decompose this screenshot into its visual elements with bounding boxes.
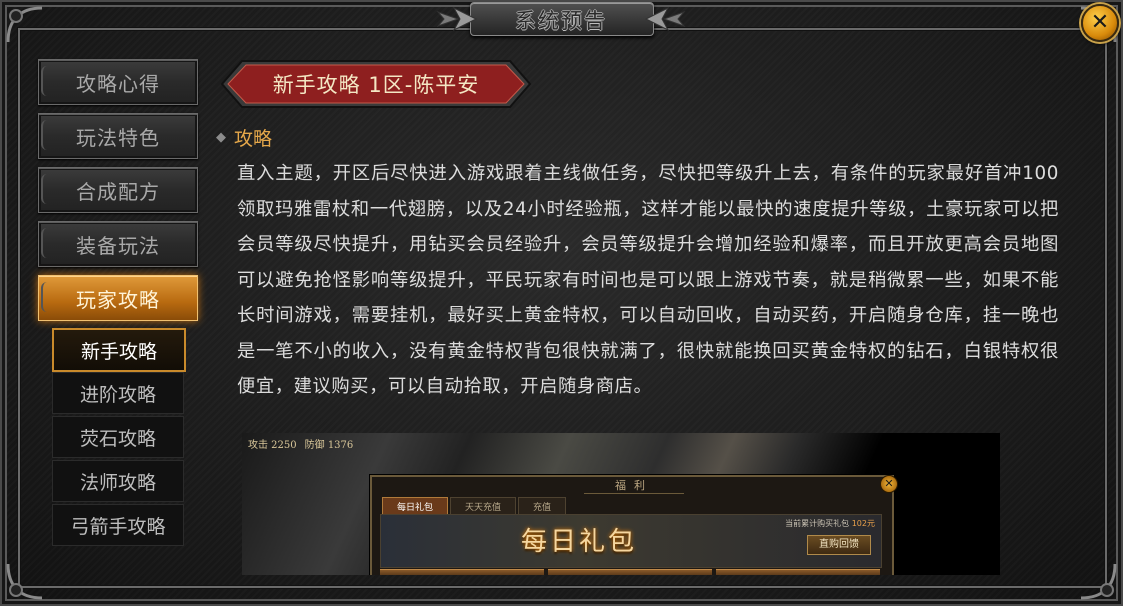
stat-attack: 攻击 2250: [248, 440, 297, 451]
menu-item-label: 玩法特色: [76, 125, 160, 150]
title-wing-left-icon: [436, 6, 478, 32]
section-heading: ◆ 攻略: [216, 124, 272, 151]
gift-card: [548, 569, 712, 575]
accum-label: 当前累计购买礼包: [785, 519, 850, 528]
submenu-item-advanced-guide[interactable]: 进阶攻略: [52, 372, 184, 414]
menu-item-label: 装备玩法: [76, 233, 160, 258]
stat-defense: 防御 1376: [304, 440, 354, 451]
banner-title: 每日礼包: [521, 527, 638, 557]
article-screenshot: 攻击 2250 防御 1376 福利 ✕ 每日礼包 天天充值 充值 每日礼包 当…: [242, 433, 1000, 575]
menu-item-player-guides[interactable]: 玩家攻略: [38, 275, 198, 321]
daily-gift-banner: 每日礼包 当前累计购买礼包 102元 直购回馈: [380, 514, 882, 568]
screenshot-stats: 攻击 2250 防御 1376: [248, 436, 353, 451]
submenu-item-beginner-guide[interactable]: 新手攻略: [52, 328, 186, 372]
submenu-item-label: 法师攻略: [79, 471, 156, 494]
article-header: 新手攻略 1区-陈平安: [272, 73, 480, 97]
submenu-item-mage-guide[interactable]: 法师攻略: [52, 460, 184, 502]
submenu-item-label: 进阶攻略: [79, 383, 156, 406]
menu-item-strategy-tips[interactable]: 攻略心得: [38, 59, 198, 105]
submenu-item-label: 荧石攻略: [79, 427, 156, 450]
window-title-banner: 系统预告: [430, 0, 692, 40]
dialog-title: 福利: [584, 477, 684, 494]
submenu-item-label: 新手攻略: [80, 340, 157, 363]
diamond-bullet-icon: ◆: [216, 130, 226, 145]
window-title: 系统预告: [515, 9, 607, 33]
accum-value: 102元: [851, 519, 875, 528]
menu-item-crafting-recipes[interactable]: 合成配方: [38, 167, 198, 213]
menu-item-equipment[interactable]: 装备玩法: [38, 221, 198, 267]
corner-ornament-bottom-left: [2, 558, 48, 604]
close-button[interactable]: ✕: [1081, 4, 1119, 42]
corner-ornament-bottom-right: [1075, 558, 1121, 604]
buy-feedback-button: 直购回馈: [807, 535, 871, 555]
gift-card: [380, 569, 544, 575]
close-icon: ✕: [1090, 10, 1110, 35]
gift-cards: [380, 569, 880, 575]
submenu-item-archer-guide[interactable]: 弓箭手攻略: [52, 504, 184, 546]
menu-item-label: 玩家攻略: [76, 287, 160, 312]
submenu-item-fluorite-guide[interactable]: 荧石攻略: [52, 416, 184, 458]
menu-item-label: 攻略心得: [76, 71, 160, 96]
screenshot-welfare-dialog: 福利 ✕ 每日礼包 天天充值 充值 每日礼包 当前累计购买礼包 102元 直购回…: [370, 475, 898, 575]
article-header-ribbon: 新手攻略 1区-陈平安: [218, 58, 534, 110]
menu-item-label: 合成配方: [76, 179, 160, 204]
announcement-window: 系统预告 ✕ 攻略心得 玩法特色 合成配方 装备玩法 玩家攻略 新手攻略 进阶攻…: [0, 0, 1123, 606]
submenu-item-label: 弓箭手攻略: [70, 515, 166, 538]
dialog-close-icon: ✕: [880, 475, 898, 493]
menu-item-gameplay-features[interactable]: 玩法特色: [38, 113, 198, 159]
accumulated-purchase: 当前累计购买礼包 102元: [785, 518, 875, 529]
corner-ornament-top-left: [2, 2, 48, 48]
title-wing-right-icon: [644, 6, 686, 32]
section-title: 攻略: [234, 128, 273, 150]
article-body: 直入主题，开区后尽快进入游戏跟着主线做任务，尽快把等级升上去，有条件的玩家最好首…: [237, 163, 1059, 397]
gift-card: [716, 569, 880, 575]
